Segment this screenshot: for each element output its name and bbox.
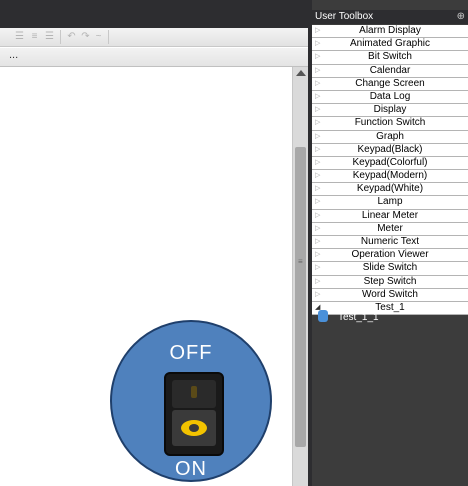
- expand-arrow-icon[interactable]: ▷: [315, 276, 320, 288]
- switch-on-label: ON: [175, 458, 207, 480]
- expand-arrow-icon[interactable]: ▷: [315, 210, 320, 222]
- toggle-bottom-half: [172, 410, 216, 446]
- expand-arrow-icon[interactable]: ▷: [315, 183, 320, 195]
- toolbar-separator: [60, 30, 61, 44]
- toolbox-item[interactable]: ▷ Calendar: [312, 64, 468, 78]
- expand-arrow-icon[interactable]: ▷: [315, 144, 320, 156]
- grip-icon: ≡: [298, 257, 303, 266]
- toggle-switch-widget[interactable]: OFF ON: [110, 320, 272, 482]
- align-right-icon[interactable]: ☰: [44, 31, 55, 42]
- toolbar-separator: [108, 30, 109, 44]
- toolbox-item[interactable]: ▷ Slide Switch: [312, 262, 468, 276]
- expand-arrow-icon[interactable]: ▷: [315, 157, 320, 169]
- expand-arrow-icon[interactable]: ▷: [315, 223, 320, 235]
- toolbox-child-item[interactable]: Test_1_1: [312, 310, 468, 326]
- pin-icon[interactable]: ⊕: [457, 11, 465, 22]
- toolbox-item[interactable]: ▷ Graph: [312, 130, 468, 144]
- expand-arrow-icon[interactable]: ▷: [315, 131, 320, 143]
- switch-widget-icon: [318, 310, 328, 322]
- toolbox-item[interactable]: ▷ Change Screen: [312, 77, 468, 91]
- expand-arrow-icon[interactable]: ▷: [315, 117, 320, 129]
- expand-arrow-icon[interactable]: ▷: [315, 170, 320, 182]
- toolbox-item[interactable]: ▷ Lamp: [312, 196, 468, 210]
- toolbox-item[interactable]: ▷ Step Switch: [312, 275, 468, 289]
- wave-icon[interactable]: ~: [93, 31, 104, 42]
- secondary-toolbar: ...: [0, 48, 308, 67]
- toolbox-title: User Toolbox: [315, 11, 374, 22]
- toggle-top-half: [172, 380, 216, 408]
- toolbox-item[interactable]: ▷ Numeric Text: [312, 236, 468, 250]
- toolbox-item[interactable]: ▷ Function Switch: [312, 117, 468, 131]
- expand-arrow-icon[interactable]: ▷: [315, 104, 320, 116]
- indicator-ring-hole: [189, 424, 199, 432]
- toolbox-item[interactable]: ▷ Display: [312, 104, 468, 118]
- toolbox-item[interactable]: ▷ Bit Switch: [312, 51, 468, 65]
- toolbox-item[interactable]: ▷ Operation Viewer: [312, 249, 468, 263]
- more-button[interactable]: ...: [9, 49, 18, 61]
- child-item-label: Test_1_1: [338, 312, 379, 323]
- toolbox-item[interactable]: ▷ Data Log: [312, 90, 468, 105]
- redo-icon[interactable]: ↷: [80, 31, 91, 42]
- indicator-ring: [181, 420, 207, 436]
- toolbox-item[interactable]: ▷ Alarm Display: [312, 25, 468, 39]
- toolbox-item[interactable]: ▷ Keypad(Black): [312, 143, 468, 157]
- expand-arrow-icon[interactable]: ▷: [315, 51, 320, 63]
- user-toolbox-panel: User Toolbox ⊕ ▷ Alarm Display ▷ Animated …: [312, 0, 468, 486]
- expand-arrow-icon[interactable]: ▷: [315, 236, 320, 248]
- top-dark-bar: [0, 0, 308, 28]
- expand-arrow-icon[interactable]: ▷: [315, 249, 320, 261]
- toolbox-item[interactable]: ▷ Keypad(Modern): [312, 170, 468, 184]
- toolbox-item[interactable]: ▷ Keypad(White): [312, 183, 468, 197]
- toolbox-item[interactable]: ▷ Meter: [312, 222, 468, 236]
- expand-arrow-icon[interactable]: ▷: [315, 25, 320, 37]
- scroll-thumb[interactable]: ≡: [295, 147, 306, 447]
- design-canvas-area: ☰ ≡ ☰ ↶ ↷ ~ ... OFF ON ≡: [0, 0, 308, 486]
- toolbox-item[interactable]: ▷ Animated Graphic: [312, 38, 468, 52]
- toolbox-item[interactable]: ▷ Linear Meter: [312, 209, 468, 223]
- expand-arrow-icon[interactable]: ▷: [315, 289, 320, 301]
- expand-arrow-icon[interactable]: ▷: [315, 196, 320, 208]
- toolbox-header: User Toolbox ⊕: [312, 10, 468, 24]
- toolbox-item[interactable]: ▷ Word Switch: [312, 288, 468, 302]
- toggle-body[interactable]: [164, 372, 224, 456]
- format-toolbar: ☰ ≡ ☰ ↶ ↷ ~: [0, 28, 308, 47]
- expand-arrow-icon[interactable]: ▷: [315, 91, 320, 103]
- expand-arrow-icon[interactable]: ▷: [315, 65, 320, 77]
- vertical-scrollbar[interactable]: ≡: [292, 67, 308, 486]
- toolbox-item[interactable]: ▷ Keypad(Colorful): [312, 156, 468, 171]
- align-left-icon[interactable]: ☰: [14, 31, 25, 42]
- expand-arrow-icon[interactable]: ▷: [315, 262, 320, 274]
- toolbox-list: ▷ Alarm Display ▷ Animated Graphic ▷ Bit Sw…: [312, 25, 468, 316]
- undo-icon[interactable]: ↶: [66, 31, 77, 42]
- expand-arrow-icon[interactable]: ▷: [315, 38, 320, 50]
- toggle-led: [191, 386, 197, 398]
- scroll-up-arrow-icon[interactable]: [296, 70, 306, 76]
- align-center-icon[interactable]: ≡: [29, 31, 40, 42]
- switch-off-label: OFF: [169, 342, 213, 364]
- expand-arrow-icon[interactable]: ▷: [315, 78, 320, 90]
